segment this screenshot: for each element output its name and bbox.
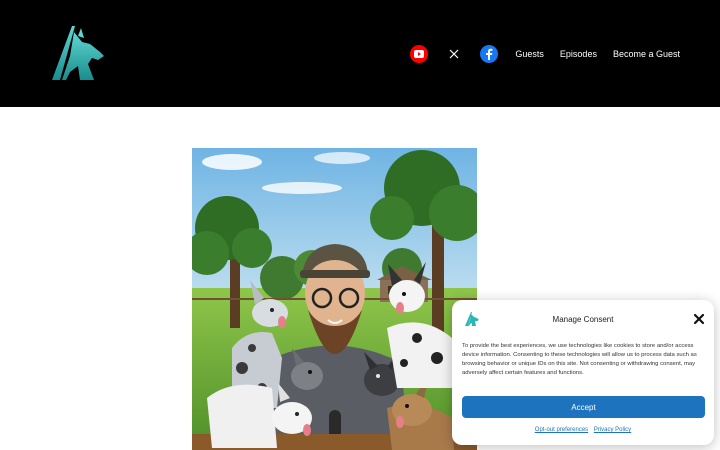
consent-links: Opt-out preferences Privacy Policy <box>452 427 714 433</box>
x-icon <box>449 49 459 59</box>
consent-dialog: Manage Consent To provide the best exper… <box>452 300 714 445</box>
consent-description: To provide the best experiences, we use … <box>462 343 697 376</box>
facebook-link[interactable] <box>480 45 499 63</box>
opt-out-preferences-link[interactable]: Opt-out preferences <box>535 427 588 433</box>
close-icon[interactable] <box>693 313 705 325</box>
x-link[interactable] <box>445 45 463 63</box>
nav-episodes[interactable]: Episodes <box>560 49 597 59</box>
youtube-icon <box>414 50 425 58</box>
nav-guests[interactable]: Guests <box>515 49 544 59</box>
main-nav: Guests Episodes Become a Guest <box>410 44 680 64</box>
privacy-policy-link[interactable]: Privacy Policy <box>594 427 631 433</box>
accept-button[interactable]: Accept <box>462 396 705 418</box>
podcast-cover-illustration <box>192 148 477 450</box>
consent-title: Manage Consent <box>552 315 614 324</box>
hero-illustration <box>192 148 477 450</box>
nav-become-guest[interactable]: Become a Guest <box>613 49 680 59</box>
site-logo-icon[interactable] <box>48 22 106 82</box>
facebook-icon <box>486 48 493 60</box>
site-header: Guests Episodes Become a Guest <box>0 0 720 107</box>
youtube-link[interactable] <box>410 45 429 63</box>
